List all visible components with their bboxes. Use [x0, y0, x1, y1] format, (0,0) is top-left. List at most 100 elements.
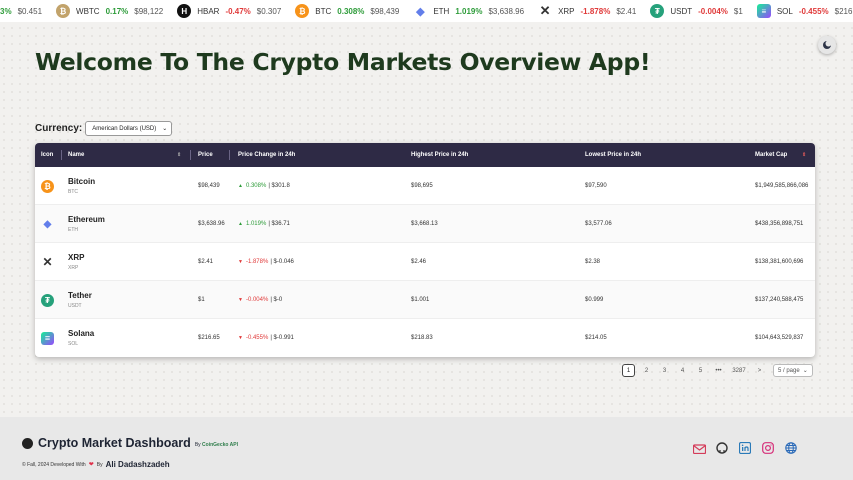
coin-name-cell: XRP XRP — [68, 243, 84, 281]
high-price: $2.46 — [411, 259, 427, 265]
chevron-down-icon: ⌄ — [162, 126, 168, 132]
ticker-item: ✕ XRP -1.878% $2.41 — [538, 3, 637, 18]
coin-price: $1 — [198, 297, 205, 303]
header-high: Highest Price in 24h — [411, 152, 469, 158]
low-price: $97,590 — [585, 183, 607, 189]
change-percent: -1.878% — [245, 259, 269, 265]
price-change-cell: ▼ -0.455% | $-0.991 — [238, 319, 294, 357]
page-button[interactable]: 5 — [694, 364, 707, 377]
email-icon[interactable] — [692, 441, 706, 455]
page-button[interactable]: 1 — [622, 364, 635, 377]
change-amount: | $36.71 — [268, 221, 290, 227]
next-page-button[interactable]: > — [753, 364, 766, 377]
page-title: Welcome To The Crypto Markets Overview A… — [35, 48, 651, 76]
sol-icon: ≡ — [756, 4, 771, 18]
change-amount: | $301.8 — [268, 183, 290, 189]
ticker-item: ₿ WBTC 0.17% $98,122 — [56, 4, 163, 18]
coin-symbol: USDT — [68, 303, 82, 309]
ticker-price: $98,439 — [370, 6, 400, 16]
coin-name-cell: Tether USDT — [68, 281, 92, 319]
footer-brand: Crypto Market Dashboard By CoinGecko API — [22, 436, 238, 450]
high-price: $3,668.13 — [411, 221, 438, 227]
page-button-last[interactable]: 3287 — [730, 364, 748, 377]
table-row[interactable]: ₿ Bitcoin BTC $98,439 $98,695 $97,590 $1,949,5… — [35, 167, 815, 205]
coin-symbol: BTC — [68, 189, 78, 195]
coin-name-cell: Solana SOL — [68, 319, 94, 357]
ticker-price: $3,638.96 — [488, 6, 525, 16]
ticker-change: 0.17% — [105, 6, 129, 16]
ticker-change: 1.019% — [455, 6, 483, 16]
usdt-icon: ₮ — [650, 4, 665, 18]
hbar-icon: H — [177, 4, 192, 18]
brand-logo-icon — [22, 438, 33, 449]
market-cap: $137,240,588,475 — [755, 297, 804, 303]
page-size-select[interactable]: 5 / page ⌄ — [773, 364, 813, 377]
coin-name: Ethereum — [68, 215, 105, 224]
high-price: $98,695 — [411, 183, 433, 189]
instagram-icon[interactable] — [761, 441, 775, 455]
header-divider — [190, 150, 191, 160]
currency-row: Currency: American Dollars (USD) ⌄ — [35, 121, 173, 136]
ticker-change: -1.878% — [580, 6, 611, 16]
wbtc-icon: ₿ — [56, 4, 71, 18]
currency-select[interactable]: American Dollars (USD) ⌄ — [85, 121, 173, 136]
page-ellipsis[interactable]: ••• — [712, 364, 725, 377]
coin-name: XRP — [68, 253, 85, 262]
ticker-symbol: SOL — [776, 6, 793, 16]
ticker-item: ≡ SOL -0.455% $216 — [756, 4, 852, 18]
ticker-item: H HBAR -0.47% $0.307 — [177, 4, 281, 18]
markets-table: Icon Name ⇕ Price Price Change in 24h Hi… — [35, 143, 815, 357]
price-ticker: 3% $0.451 ₿ WBTC 0.17% $98,122 H HBAR -0.47% $0.3… — [0, 0, 853, 22]
page-button[interactable]: 2 — [640, 364, 653, 377]
coin-price: $216.65 — [198, 335, 220, 341]
table-body: ₿ Bitcoin BTC $98,439 $98,695 $97,590 $1,949,5… — [35, 167, 815, 357]
ticker-item: 3% $0.451 — [0, 7, 42, 16]
footer-brand-title: Crypto Market Dashboard — [38, 436, 191, 450]
ticker-price: $1 — [733, 6, 743, 16]
low-price: $0.999 — [585, 297, 604, 303]
sort-icon[interactable]: ⇕ — [177, 143, 181, 167]
table-row[interactable]: ₮ Tether USDT $1 $1.001 $0.999 $137,240,588,47… — [35, 281, 815, 319]
ticker-change: -0.455% — [798, 6, 829, 16]
dark-mode-toggle[interactable] — [818, 36, 836, 54]
page-button[interactable]: 4 — [676, 364, 689, 377]
ticker-change: -0.47% — [225, 6, 251, 16]
header-cap[interactable]: Market Cap — [755, 143, 787, 167]
table-row[interactable]: ≡ Solana SOL $216.65 $218.83 $214.05 $104,643,… — [35, 319, 815, 357]
source-link[interactable]: CoinGecko API — [202, 442, 238, 448]
header-price: Price — [198, 152, 213, 158]
coin-icon-cell: ≡ — [41, 319, 54, 357]
coin-name: Solana — [68, 329, 95, 338]
ticker-item: ₮ USDT -0.004% $1 — [650, 4, 743, 18]
high-price: $218.83 — [411, 335, 433, 341]
price-change-cell: ▲ 0.308% | $301.8 — [238, 167, 290, 205]
low-price: $2.38 — [585, 259, 601, 265]
change-percent: 0.308% — [245, 183, 267, 189]
ticker-symbol: HBAR — [197, 6, 220, 16]
table-row[interactable]: ✕ XRP XRP $2.41 $2.46 $2.38 $138,381,600,696 ▼ -… — [35, 243, 815, 281]
caret-down-icon: ▼ — [238, 335, 243, 341]
ticker-item: ◆ ETH 1.019% $3,638.96 — [413, 4, 524, 18]
caret-up-icon: ▲ — [238, 183, 243, 189]
github-icon[interactable] — [715, 441, 729, 455]
ticker-symbol: XRP — [558, 6, 575, 16]
change-percent: -0.004% — [245, 297, 269, 303]
globe-icon[interactable] — [784, 441, 798, 455]
table-row[interactable]: ◆ Ethereum ETH $3,638.96 $3,668.13 $3,577.06 $… — [35, 205, 815, 243]
coin-icon-cell: ✕ — [41, 243, 54, 281]
header-change: Price Change in 24h — [238, 152, 296, 158]
copyright-text: © Fall, 2024 Developed With — [22, 461, 86, 468]
linkedin-icon[interactable] — [738, 441, 752, 455]
btc-icon: ₿ — [41, 179, 54, 193]
sort-desc-icon[interactable]: ⇕ — [802, 143, 806, 167]
change-percent: 1.019% — [245, 221, 267, 227]
moon-icon — [823, 40, 832, 49]
caret-down-icon: ▼ — [238, 259, 243, 265]
eth-icon: ◆ — [43, 218, 52, 230]
ticker-change: -0.004% — [698, 6, 728, 16]
header-name[interactable]: Name — [68, 143, 84, 167]
page-button[interactable]: 3 — [658, 364, 671, 377]
caret-down-icon: ▼ — [238, 297, 243, 303]
table-header: Icon Name ⇕ Price Price Change in 24h Hi… — [35, 143, 815, 167]
social-links — [692, 441, 807, 455]
